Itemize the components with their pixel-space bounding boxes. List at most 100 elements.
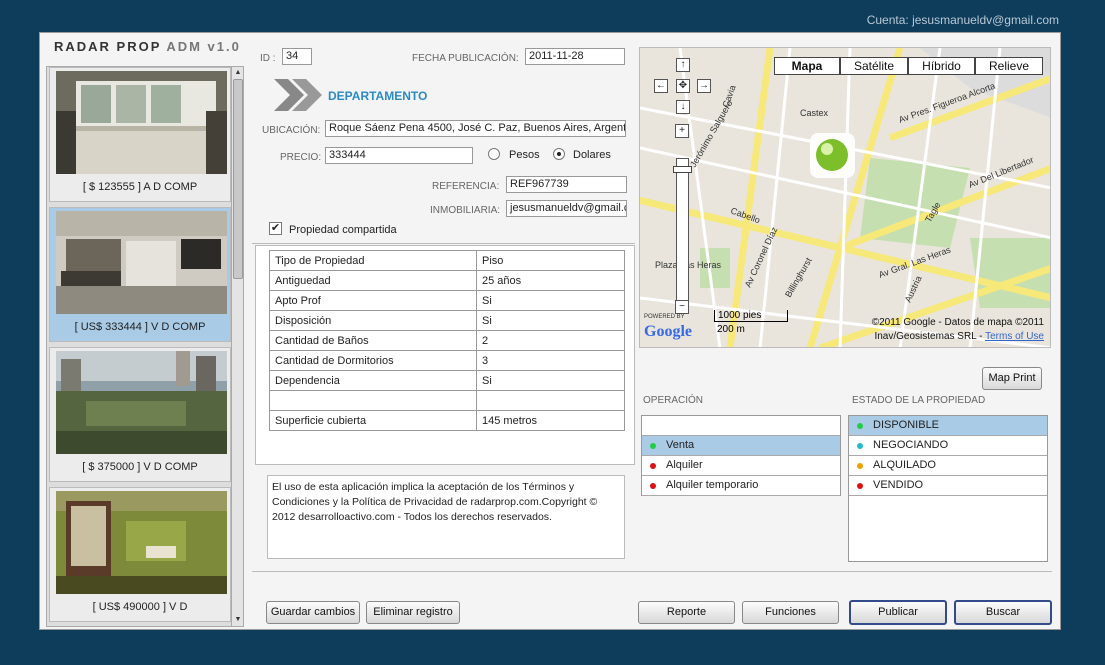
street-label: Castex bbox=[800, 108, 829, 118]
table-row[interactable]: Disposición Si bbox=[269, 310, 625, 331]
attr-value[interactable]: 25 años bbox=[476, 270, 625, 291]
id-label: ID : bbox=[260, 53, 276, 64]
id-field[interactable]: 34 bbox=[282, 48, 312, 65]
property-type-title: DEPARTAMENTO bbox=[328, 89, 428, 103]
attr-name bbox=[269, 390, 477, 411]
table-row[interactable]: Cantidad de Dormitorios 3 bbox=[269, 350, 625, 371]
status-dot-icon bbox=[857, 423, 863, 429]
map-type-satelite[interactable]: Satélite bbox=[840, 57, 908, 75]
map-type-relieve[interactable]: Relieve bbox=[975, 57, 1043, 75]
location-field[interactable]: Roque Sáenz Pena 4500, José C. Paz, Buen… bbox=[325, 120, 626, 137]
table-row[interactable]: Superficie cubierta 145 metros bbox=[269, 410, 625, 431]
attr-name: Apto Prof bbox=[269, 290, 477, 311]
table-row[interactable]: Antiguedad 25 años bbox=[269, 270, 625, 291]
table-row[interactable]: Apto Prof Si bbox=[269, 290, 625, 311]
zoom-slider[interactable] bbox=[676, 158, 689, 308]
dolares-label: Dolares bbox=[573, 149, 611, 161]
map-print-button[interactable]: Map Print bbox=[982, 367, 1042, 390]
attr-value[interactable]: Si bbox=[476, 290, 625, 311]
shared-checkbox[interactable]: ✔ bbox=[269, 222, 282, 235]
zoom-out-icon[interactable]: − bbox=[675, 300, 689, 314]
state-label-text: VENDIDO bbox=[873, 479, 924, 491]
listing-photo bbox=[56, 491, 227, 594]
attributes-table: Tipo de Propiedad Piso Antiguedad 25 años … bbox=[269, 250, 625, 431]
price-field[interactable]: 333444 bbox=[325, 147, 473, 164]
listing-item-selected[interactable]: [ US$ 333444 ] V D COMP bbox=[49, 207, 231, 342]
date-field[interactable]: 2011-11-28 bbox=[525, 48, 625, 65]
listing-item[interactable]: [ $ 123555 ] A D COMP bbox=[49, 67, 231, 202]
state-label-text: NEGOCIANDO bbox=[873, 439, 949, 451]
attr-name: Antiguedad bbox=[269, 270, 477, 291]
state-label-text: DISPONIBLE bbox=[873, 419, 940, 431]
map-type-mapa[interactable]: Mapa bbox=[774, 57, 840, 75]
listing-photo bbox=[56, 351, 227, 454]
app-title-main: RADAR PROP bbox=[54, 39, 162, 54]
state-list[interactable]: DISPONIBLE NEGOCIANDO ALQUILADO VENDIDO bbox=[848, 415, 1048, 562]
map-type-hibrido[interactable]: Híbrido bbox=[908, 57, 975, 75]
state-alquilado[interactable]: ALQUILADO bbox=[849, 456, 1047, 476]
attr-value[interactable]: Si bbox=[476, 310, 625, 331]
attr-name: Cantidad de Baños bbox=[269, 330, 477, 351]
google-logo: Google bbox=[644, 323, 692, 340]
status-dot-icon bbox=[650, 463, 656, 469]
reference-label: REFERENCIA: bbox=[432, 181, 500, 192]
property-type-chevron-icon bbox=[274, 79, 322, 111]
state-disponible[interactable]: DISPONIBLE bbox=[849, 416, 1047, 436]
reference-field[interactable]: REF967739 bbox=[506, 176, 627, 193]
divider bbox=[252, 243, 635, 244]
operation-alquiler[interactable]: Alquiler bbox=[642, 456, 840, 476]
scroll-down-arrow-icon[interactable]: ▼ bbox=[233, 615, 243, 625]
map-copyright: ©2011 Google - Datos de mapa ©2011 Inav/… bbox=[872, 316, 1044, 344]
table-row[interactable] bbox=[269, 390, 625, 411]
attr-value[interactable]: 3 bbox=[476, 350, 625, 371]
agency-field[interactable]: jesusmanueldv@gmail.c bbox=[506, 200, 627, 217]
status-dot-icon bbox=[650, 443, 656, 449]
state-negociando[interactable]: NEGOCIANDO bbox=[849, 436, 1047, 456]
table-row[interactable]: Cantidad de Baños 2 bbox=[269, 330, 625, 351]
operation-label-text: Alquiler bbox=[666, 459, 703, 471]
map-canvas[interactable]: Av Del Libertador Av Pres. Figueroa Alco… bbox=[640, 48, 1051, 348]
pesos-radio[interactable] bbox=[488, 148, 500, 160]
pan-left-icon[interactable]: ← bbox=[654, 79, 668, 93]
pan-down-icon[interactable]: ↓ bbox=[676, 100, 690, 114]
operation-list[interactable]: Venta Alquiler Alquiler temporario bbox=[641, 415, 841, 496]
state-vendido[interactable]: VENDIDO bbox=[849, 476, 1047, 496]
zoom-in-icon[interactable]: + bbox=[675, 124, 689, 138]
listing-caption: [ $ 123555 ] A D COMP bbox=[82, 181, 198, 193]
attr-value[interactable]: 145 metros bbox=[476, 410, 625, 431]
table-row[interactable]: Tipo de Propiedad Piso bbox=[269, 250, 625, 271]
map-view[interactable]: Av Del Libertador Av Pres. Figueroa Alco… bbox=[639, 47, 1051, 348]
pan-center-icon[interactable]: ✥ bbox=[676, 79, 690, 93]
pan-right-icon[interactable]: → bbox=[697, 79, 711, 93]
scroll-thumb[interactable] bbox=[233, 79, 243, 279]
attr-value[interactable] bbox=[476, 390, 625, 411]
delete-button[interactable]: Eliminar registro bbox=[366, 601, 460, 624]
operation-alquiler-temporario[interactable]: Alquiler temporario bbox=[642, 476, 840, 496]
search-button[interactable]: Buscar bbox=[954, 600, 1052, 625]
listing-item[interactable]: [ $ 375000 ] V D COMP bbox=[49, 347, 231, 482]
functions-button[interactable]: Funciones bbox=[742, 601, 839, 624]
report-button[interactable]: Reporte bbox=[638, 601, 735, 624]
attr-value[interactable]: Piso bbox=[476, 250, 625, 271]
attr-value[interactable]: 2 bbox=[476, 330, 625, 351]
publish-button[interactable]: Publicar bbox=[849, 600, 947, 625]
pan-up-icon[interactable]: ↑ bbox=[676, 58, 690, 72]
app-title-version: ADM v1.0 bbox=[166, 39, 241, 54]
date-label: FECHA PUBLICACIÓN: bbox=[412, 53, 519, 64]
terms-of-use-link[interactable]: Terms of Use bbox=[985, 331, 1044, 342]
scroll-up-arrow-icon[interactable]: ▲ bbox=[233, 68, 243, 78]
zoom-slider-handle[interactable] bbox=[673, 166, 692, 173]
status-dot-icon bbox=[857, 483, 863, 489]
powered-by-label: POWERED BY bbox=[644, 314, 685, 320]
attr-value[interactable]: Si bbox=[476, 370, 625, 391]
listing-item[interactable]: [ US$ 490000 ] V D bbox=[49, 487, 231, 622]
attr-name: Superficie cubierta bbox=[269, 410, 477, 431]
listing-scrollbar[interactable]: ▲ ▼ bbox=[231, 67, 243, 626]
save-button[interactable]: Guardar cambios bbox=[266, 601, 360, 624]
operation-venta[interactable]: Venta bbox=[642, 436, 840, 456]
list-item[interactable] bbox=[642, 416, 840, 436]
table-row[interactable]: Dependencia Si bbox=[269, 370, 625, 391]
attr-name: Dependencia bbox=[269, 370, 477, 391]
dolares-radio[interactable] bbox=[553, 148, 565, 160]
attr-name: Tipo de Propiedad bbox=[269, 250, 477, 271]
